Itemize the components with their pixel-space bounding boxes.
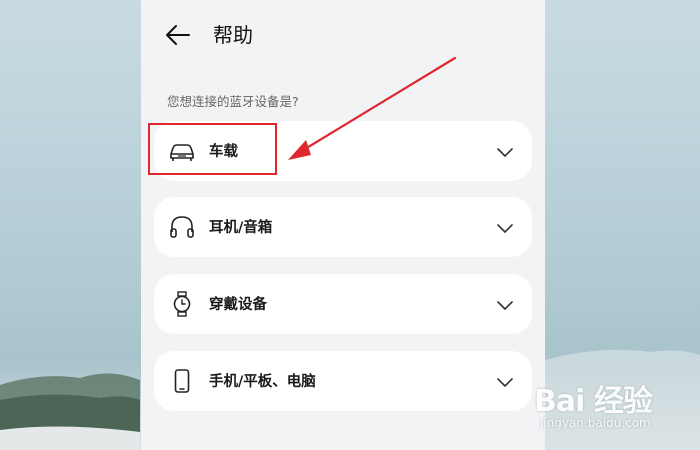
device-label: 耳机/音箱 <box>209 220 273 236</box>
annotation-highlight-box <box>148 123 277 175</box>
arrow-left-icon[interactable] <box>163 20 193 50</box>
device-label: 穿戴设备 <box>209 297 267 313</box>
device-option-headphones[interactable]: 耳机/音箱 <box>154 197 532 257</box>
device-label: 手机/平板、电脑 <box>209 374 316 390</box>
top-bar: 帮助 <box>141 12 545 58</box>
baidu-jingyan-watermark: Bai 经验 jingyan.baidu.com <box>534 372 694 442</box>
phone-icon <box>174 369 190 393</box>
chevron-down-icon <box>497 378 513 387</box>
chevron-down-icon <box>497 224 513 233</box>
chevron-down-icon <box>497 148 513 157</box>
chevron-down-icon <box>497 301 513 310</box>
watch-icon <box>173 291 191 317</box>
screenshot-stage: 帮助 您想连接的蓝牙设备是? 车载 耳机/音箱 穿戴设备 手机/平板、电脑 Ba… <box>0 0 700 450</box>
help-screen: 帮助 您想连接的蓝牙设备是? 车载 耳机/音箱 穿戴设备 手机/平板、电脑 <box>141 0 545 450</box>
headphones-icon <box>170 216 194 238</box>
page-title: 帮助 <box>213 23 253 47</box>
device-option-phone[interactable]: 手机/平板、电脑 <box>154 351 532 411</box>
watermark-url: jingyan.baidu.com <box>540 416 651 430</box>
device-option-wearable[interactable]: 穿戴设备 <box>154 274 532 334</box>
watermark-logo: Bai 经验 <box>534 384 653 419</box>
question-text: 您想连接的蓝牙设备是? <box>167 94 299 109</box>
